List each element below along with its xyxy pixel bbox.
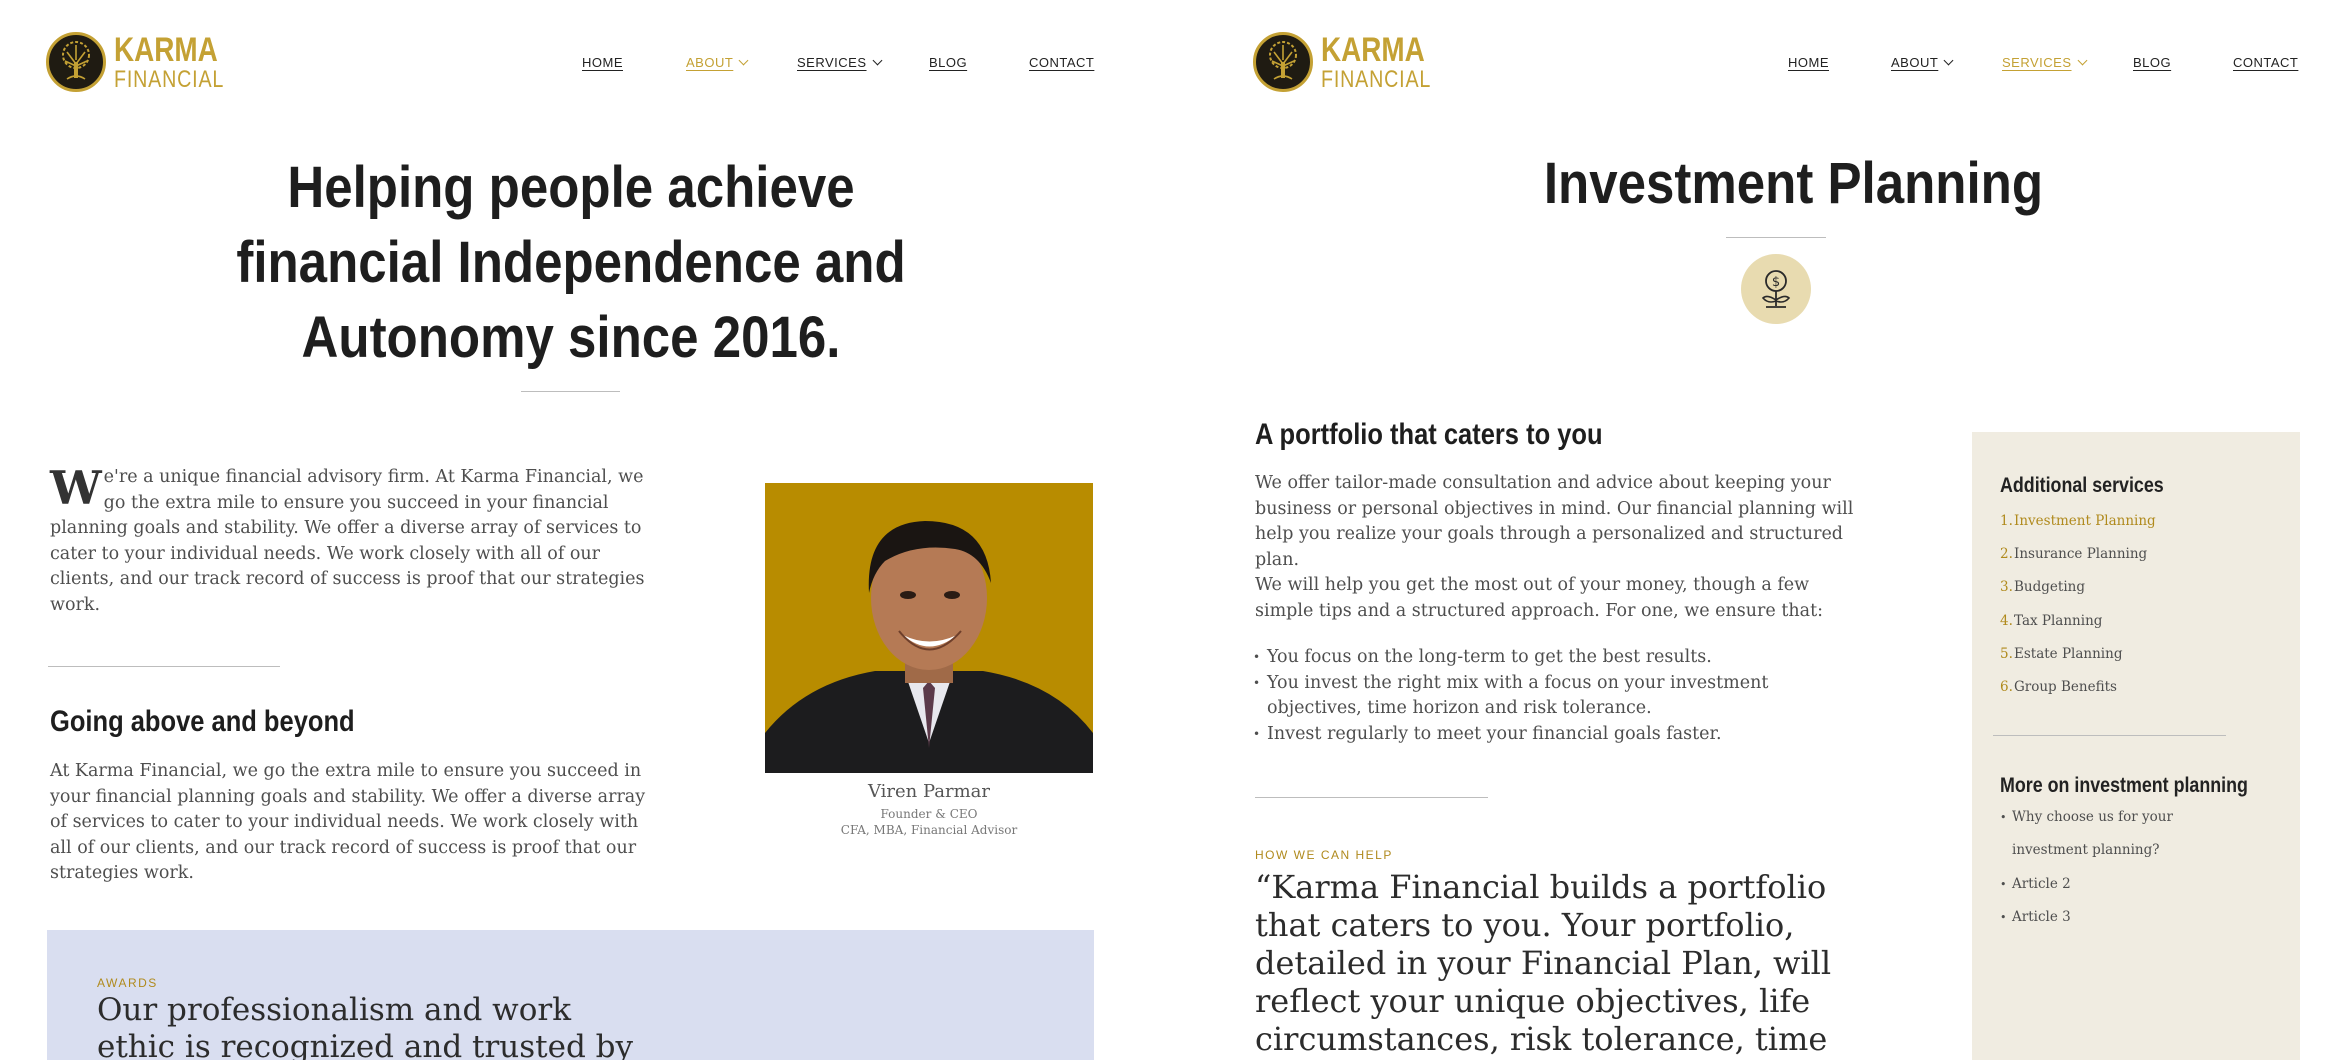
svg-text:$: $ [1772, 275, 1780, 290]
intro-text: e're a unique financial advisory firm. A… [50, 467, 645, 615]
article-link[interactable]: Why choose us for your investment planni… [2000, 801, 2190, 868]
list-item: You invest the right mix with a focus on… [1253, 671, 1855, 722]
item-label: Tax Planning [2014, 612, 2103, 629]
nav-about-label: ABOUT [686, 55, 734, 70]
item-number: 3. [2000, 579, 2013, 596]
additional-services-list: 1. Investment Planning 2. Insurance Planni… [2000, 504, 2156, 704]
item-number: 5. [2000, 645, 2013, 662]
services-page-panel: KARMA FINANCIAL HOME ABOUT SERVICES BLOG… [1207, 0, 2346, 1060]
founder-credentials: CFA, MBA, Financial Advisor [840, 823, 1018, 837]
pull-quote: “Karma Financial builds a portfolio that… [1255, 868, 1832, 1060]
drop-cap: W [50, 461, 102, 515]
nav-home[interactable]: HOME [1788, 55, 1829, 70]
tree-logo-icon [1253, 32, 1313, 92]
section-heading: A portfolio that caters to you [1255, 418, 1603, 451]
chevron-down-icon [872, 55, 882, 66]
section-body: At Karma Financial, we go the extra mile… [50, 761, 646, 883]
page-title-line: financial Independence and [236, 230, 906, 295]
services-sidebar: Additional services 1. Investment Plannin… [1972, 432, 2300, 1060]
brand-subname: FINANCIAL [114, 65, 225, 93]
title-divider [521, 391, 620, 392]
nav-about-label: ABOUT [1891, 55, 1939, 70]
money-plant-icon: $ [1741, 254, 1811, 324]
nav-about[interactable]: ABOUT [1891, 55, 1954, 70]
chevron-down-icon [1943, 55, 1954, 66]
section-divider [1255, 797, 1488, 798]
title-divider [1726, 237, 1826, 238]
list-item: Invest regularly to meet your financial … [1253, 722, 1855, 748]
article-link[interactable]: Article 3 [2000, 901, 2190, 935]
additional-services-heading: Additional services [2000, 474, 2164, 497]
nav-services-label: SERVICES [797, 55, 867, 70]
section-heading: Going above and beyond [50, 705, 355, 738]
nav-contact[interactable]: CONTACT [1029, 55, 1094, 70]
chevron-down-icon [2077, 55, 2087, 66]
brand-logo[interactable]: KARMA FINANCIAL [1253, 32, 1455, 92]
tree-logo-icon [46, 32, 106, 92]
sidebar-item-insurance-planning[interactable]: 2. Insurance Planning [2000, 537, 2156, 570]
sidebar-item-investment-planning[interactable]: 1. Investment Planning [2000, 504, 2156, 537]
brand-name: KARMA [114, 30, 218, 69]
item-label: Group Benefits [2014, 679, 2117, 696]
item-label: Investment Planning [2014, 512, 2156, 529]
item-number: 4. [2000, 612, 2013, 629]
chevron-down-icon [738, 55, 749, 66]
brand-logo[interactable]: KARMA FINANCIAL [46, 32, 248, 92]
awards-heading: Our professionalism and work ethic is re… [97, 992, 634, 1060]
awards-eyebrow: AWARDS [97, 976, 158, 990]
page-title: Helping people achieve financial Indepen… [69, 150, 1074, 375]
help-eyebrow: HOW WE CAN HELP [1255, 848, 1393, 862]
nav-services[interactable]: SERVICES [2002, 55, 2087, 70]
brand-subname: FINANCIAL [1321, 65, 1432, 93]
nav-contact[interactable]: CONTACT [2233, 55, 2298, 70]
sidebar-divider [1993, 735, 2226, 736]
founder-role: Founder & CEO [880, 807, 978, 821]
item-label: Estate Planning [2014, 645, 2123, 662]
page-title-line: Helping people achieve [287, 155, 855, 220]
sidebar-item-group-benefits[interactable]: 6. Group Benefits [2000, 670, 2156, 703]
item-label: Budgeting [2014, 579, 2085, 596]
section-divider [48, 666, 280, 667]
founder-photo [765, 483, 1093, 773]
page-title-line: Autonomy since 2016. [301, 305, 841, 370]
approach-paragraph: We will help you get the most out of you… [1255, 575, 1824, 621]
nav-services[interactable]: SERVICES [797, 55, 882, 70]
item-number: 2. [2000, 545, 2013, 562]
nav-services-label: SERVICES [2002, 55, 2072, 70]
nav-about[interactable]: ABOUT [686, 55, 749, 70]
founder-name: Viren Parmar [867, 781, 991, 802]
nav-blog[interactable]: BLOG [2133, 55, 2171, 70]
benefit-list: You focus on the long-term to get the be… [1253, 645, 1855, 748]
sidebar-item-estate-planning[interactable]: 5. Estate Planning [2000, 637, 2156, 670]
item-number: 1. [2000, 512, 2013, 529]
brand-name: KARMA [1321, 30, 1425, 69]
more-articles-heading: More on investment planning [2000, 774, 2248, 797]
about-page-panel: KARMA FINANCIAL HOME ABOUT SERVICES BLOG… [0, 0, 1173, 1060]
sidebar-item-budgeting[interactable]: 3. Budgeting [2000, 571, 2156, 604]
nav-blog[interactable]: BLOG [929, 55, 967, 70]
intro-paragraph: We offer tailor-made consultation and ad… [1255, 473, 1854, 570]
list-item: You focus on the long-term to get the be… [1253, 645, 1855, 671]
article-link[interactable]: Article 2 [2000, 868, 2190, 902]
sidebar-item-tax-planning[interactable]: 4. Tax Planning [2000, 604, 2156, 637]
articles-list: Why choose us for your investment planni… [2000, 801, 2190, 934]
intro-paragraph: We're a unique financial advisory firm. … [50, 465, 650, 618]
page-title: Investment Planning [1543, 151, 2044, 216]
item-label: Insurance Planning [2014, 545, 2148, 562]
nav-home[interactable]: HOME [582, 55, 623, 70]
item-number: 6. [2000, 679, 2013, 696]
awards-section: AWARDS Our professionalism and work ethi… [47, 930, 1094, 1060]
